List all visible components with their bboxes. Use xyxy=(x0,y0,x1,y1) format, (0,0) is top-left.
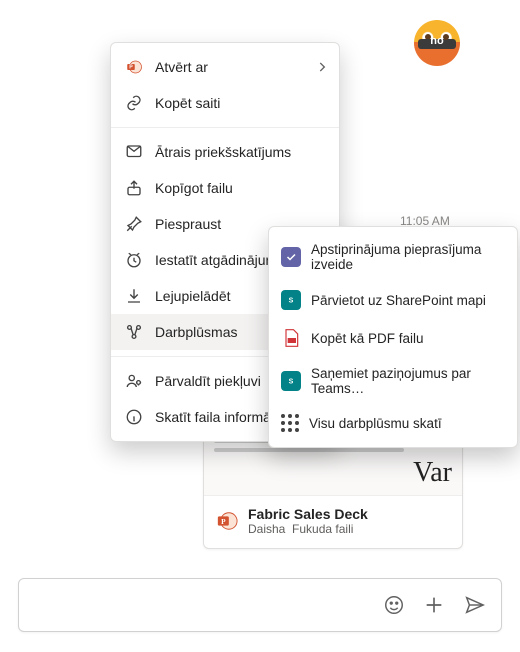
submenu-label: Saņemiet paziņojumus par Teams… xyxy=(311,366,505,396)
menu-open-with[interactable]: P Atvērt ar xyxy=(111,49,339,85)
sharepoint-icon: S xyxy=(281,371,301,391)
menu-label: Iestatīt atgādinājumu xyxy=(155,252,285,268)
submenu-approval-request[interactable]: Apstiprinājuma pieprasījuma izveide xyxy=(269,233,517,281)
menu-separator xyxy=(111,127,339,128)
manage-access-icon xyxy=(125,372,143,390)
menu-copy-link[interactable]: Kopēt saiti xyxy=(111,85,339,121)
powerpoint-icon: P xyxy=(216,510,238,532)
sharepoint-icon: S xyxy=(281,290,301,310)
svg-text:S: S xyxy=(289,298,294,305)
file-subtitle: Daisha Fukuda faili xyxy=(248,522,368,536)
avatar-label: no xyxy=(430,35,443,47)
chevron-right-icon xyxy=(315,60,329,74)
info-icon xyxy=(125,408,143,426)
menu-label: Pārvaldīt piekļuvi xyxy=(155,373,261,389)
submenu-view-all-workflows[interactable]: Visu darbplūsmu skatī xyxy=(269,405,517,441)
link-icon xyxy=(125,94,143,112)
menu-quick-preview[interactable]: Ātrais priekšskatījums xyxy=(111,134,339,170)
svg-text:S: S xyxy=(289,379,294,386)
submenu-move-sharepoint[interactable]: S Pārvietot uz SharePoint mapi xyxy=(269,281,517,319)
menu-label: Lejupielādēt xyxy=(155,288,231,304)
compose-box[interactable] xyxy=(18,578,502,632)
avatar[interactable]: no xyxy=(414,20,460,66)
menu-label: Atvērt ar xyxy=(155,59,208,75)
add-button[interactable] xyxy=(423,594,445,616)
submenu-label: Apstiprinājuma pieprasījuma izveide xyxy=(311,242,505,272)
apps-grid-icon xyxy=(281,414,299,432)
menu-label: Ātrais priekšskatījums xyxy=(155,144,291,160)
preview-icon xyxy=(125,143,143,161)
menu-label: Kopīgot failu xyxy=(155,180,233,196)
svg-text:P: P xyxy=(129,65,133,71)
menu-label: Piespraust xyxy=(155,216,221,232)
workflow-icon xyxy=(125,323,143,341)
menu-label: Darbplūsmas xyxy=(155,324,237,340)
pdf-icon xyxy=(281,328,301,348)
powerpoint-icon: P xyxy=(125,58,143,76)
share-icon xyxy=(125,179,143,197)
workflows-submenu: Apstiprinājuma pieprasījuma izveide S Pā… xyxy=(268,226,518,448)
clock-icon xyxy=(125,251,143,269)
menu-label: Kopēt saiti xyxy=(155,95,220,111)
submenu-copy-pdf[interactable]: Kopēt kā PDF failu xyxy=(269,319,517,357)
preview-sample-text: Var xyxy=(413,457,452,489)
pin-icon xyxy=(125,215,143,233)
emoji-button[interactable] xyxy=(383,594,405,616)
send-button[interactable] xyxy=(463,594,485,616)
submenu-teams-notifications[interactable]: S Saņemiet paziņojumus par Teams… xyxy=(269,357,517,405)
download-icon xyxy=(125,287,143,305)
svg-text:P: P xyxy=(221,517,226,526)
submenu-label: Visu darbplūsmu skatī xyxy=(309,416,442,431)
submenu-label: Pārvietot uz SharePoint mapi xyxy=(311,293,486,308)
approvals-icon xyxy=(281,247,301,267)
file-name: Fabric Sales Deck xyxy=(248,506,368,522)
menu-share-file[interactable]: Kopīgot failu xyxy=(111,170,339,206)
submenu-label: Kopēt kā PDF failu xyxy=(311,331,424,346)
